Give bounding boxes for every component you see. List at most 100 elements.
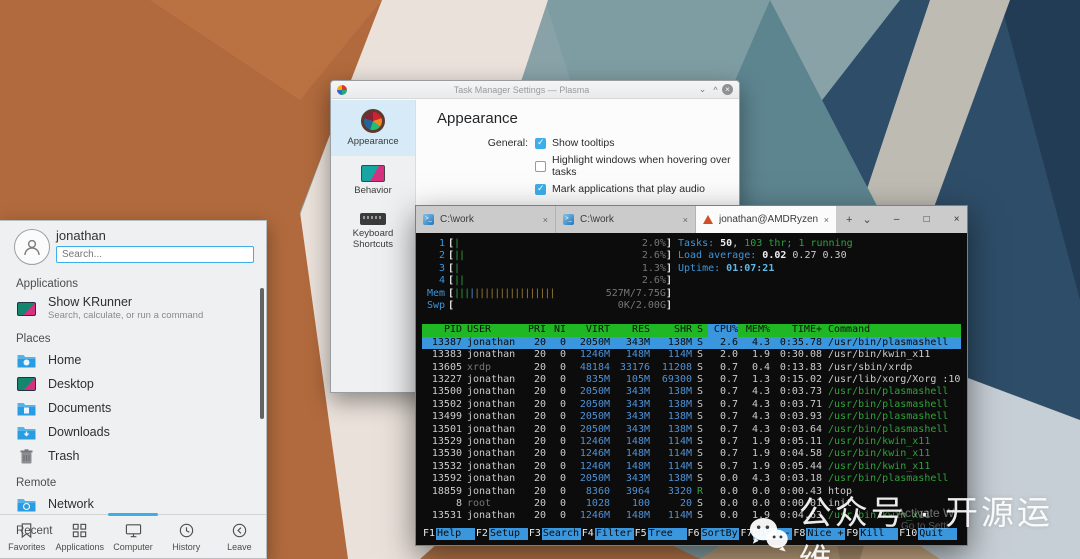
terminal-tab[interactable]: >_C:\work× bbox=[556, 206, 696, 233]
launcher-item-downloads[interactable]: Downloads bbox=[14, 420, 266, 444]
launcher-item-desktop[interactable]: Desktop bbox=[14, 372, 266, 396]
settings-nav-keyboard-shortcuts[interactable]: Keyboard Shortcuts bbox=[331, 204, 415, 258]
meter-swp: Swp[0K/2.00G] bbox=[422, 300, 672, 312]
settings-sidebar: AppearanceBehaviorKeyboard Shortcuts bbox=[331, 100, 416, 392]
fkey-f9[interactable]: F9 bbox=[845, 528, 859, 540]
grid-icon bbox=[71, 522, 88, 539]
column-header-pid[interactable]: PID bbox=[422, 324, 462, 336]
process-row[interactable]: 13530jonathan2001246M148M114MS0.71.90:04… bbox=[422, 448, 961, 460]
launcher-list: ApplicationsShow KRunnerSearch, calculat… bbox=[0, 278, 266, 537]
fkey-label-f8[interactable]: Nice + bbox=[806, 528, 845, 540]
column-header-cpupct[interactable]: CPU% bbox=[708, 324, 738, 336]
launcher-tab-leave[interactable]: Leave bbox=[213, 515, 266, 558]
fkey-label-f1[interactable]: Help bbox=[436, 528, 475, 540]
process-row[interactable]: 8root200102810020S0.00.00:00.01init bbox=[422, 498, 961, 510]
process-row[interactable]: 13499jonathan2002050M343M138MS0.74.30:03… bbox=[422, 411, 961, 423]
fkey-label-f10[interactable]: Quit bbox=[918, 528, 957, 540]
process-row[interactable]: 13500jonathan2002050M343M138MS0.74.30:03… bbox=[422, 386, 961, 398]
process-row[interactable]: 13605xrdp200481843317611208S0.70.40:13.8… bbox=[422, 362, 961, 374]
item-label: Documents bbox=[48, 402, 111, 415]
appearance-icon bbox=[361, 109, 385, 133]
close-icon[interactable]: × bbox=[722, 84, 733, 95]
process-row[interactable]: 13387jonathan2002050M343M138MS2.64.30:35… bbox=[422, 337, 961, 349]
process-row[interactable]: 13383jonathan2001246M148M114MS2.01.90:30… bbox=[422, 349, 961, 361]
process-row[interactable]: 13592jonathan2002050M343M138MS0.04.30:03… bbox=[422, 473, 961, 485]
terminal-minimize-icon[interactable]: – bbox=[882, 214, 912, 225]
column-header-user[interactable]: USER bbox=[462, 324, 522, 336]
launcher-item-documents[interactable]: Documents bbox=[14, 396, 266, 420]
tab-label: Applications bbox=[56, 542, 105, 552]
maximize-icon[interactable]: ^ bbox=[709, 85, 722, 95]
checkbox[interactable] bbox=[535, 184, 546, 195]
fkey-label-f3[interactable]: Search bbox=[542, 528, 581, 540]
terminal-maximize-icon[interactable]: □ bbox=[912, 214, 942, 225]
fkey-f2[interactable]: F2 bbox=[475, 528, 489, 540]
fkey-label-f7[interactable]: Nice - bbox=[753, 528, 792, 540]
column-header-command[interactable]: Command bbox=[822, 324, 961, 336]
column-header-shr[interactable]: SHR bbox=[650, 324, 692, 336]
user-avatar-icon[interactable] bbox=[14, 229, 50, 265]
launcher-item-trash[interactable]: Trash bbox=[14, 444, 266, 468]
terminal-tab[interactable]: jonathan@AMDRyzen3: ~× bbox=[696, 206, 836, 233]
launcher-tab-history[interactable]: History bbox=[160, 515, 213, 558]
settings-window-title: Task Manager Settings — Plasma bbox=[347, 85, 696, 95]
process-table-header[interactable]: PIDUSERPRINIVIRTRESSHRSCPU%MEM%TIME+Comm… bbox=[422, 324, 961, 336]
process-row[interactable]: 18859jonathan200836039643320R0.00.00:00.… bbox=[422, 486, 961, 498]
fkey-f8[interactable]: F8 bbox=[792, 528, 806, 540]
form-row: General:Show tooltips bbox=[417, 137, 739, 149]
htop-screen[interactable]: 1[|2.0%]2[||2.6%]3[|1.3%]4[||2.6%]Mem[||… bbox=[416, 233, 967, 545]
column-header-virt[interactable]: VIRT bbox=[566, 324, 610, 336]
fkey-f6[interactable]: F6 bbox=[687, 528, 701, 540]
fkey-label-f2[interactable]: Setup bbox=[489, 528, 528, 540]
fkey-f7[interactable]: F7 bbox=[739, 528, 753, 540]
process-row[interactable]: 13502jonathan2002050M343M138MS0.74.30:03… bbox=[422, 399, 961, 411]
checkbox[interactable] bbox=[535, 138, 546, 149]
fkey-f10[interactable]: F10 bbox=[898, 528, 918, 540]
tab-title: C:\work bbox=[440, 214, 537, 225]
column-header-res[interactable]: RES bbox=[610, 324, 650, 336]
search-input[interactable] bbox=[56, 246, 254, 263]
fkey-label-f9[interactable]: Kill bbox=[859, 528, 898, 540]
fkey-f1[interactable]: F1 bbox=[422, 528, 436, 540]
settings-nav-behavior[interactable]: Behavior bbox=[331, 156, 415, 205]
fkey-label-f4[interactable]: Filter bbox=[595, 528, 634, 540]
fkey-f5[interactable]: F5 bbox=[634, 528, 648, 540]
leave-icon bbox=[231, 522, 248, 539]
process-row[interactable]: 13532jonathan2001246M148M114MS0.71.90:05… bbox=[422, 461, 961, 473]
item-label: Downloads bbox=[48, 426, 110, 439]
launcher-tab-favorites[interactable]: Favorites bbox=[0, 515, 53, 558]
process-row[interactable]: 13501jonathan2002050M343M138MS0.74.30:03… bbox=[422, 424, 961, 436]
desktop-icon bbox=[16, 375, 37, 393]
fkey-f3[interactable]: F3 bbox=[528, 528, 542, 540]
fkey-label-f6[interactable]: SortBy bbox=[701, 528, 740, 540]
launcher-scrollbar[interactable] bbox=[260, 288, 264, 419]
launcher-item-home[interactable]: Home bbox=[14, 348, 266, 372]
column-header-ni[interactable]: NI bbox=[546, 324, 566, 336]
tab-close-icon[interactable]: × bbox=[543, 215, 548, 225]
column-header-mempct[interactable]: MEM% bbox=[738, 324, 770, 336]
item-label: Show KRunner bbox=[48, 296, 203, 309]
process-row[interactable]: 13531jonathan2001246M148M114MS0.01.90:04… bbox=[422, 510, 961, 522]
column-header-timeplus[interactable]: TIME+ bbox=[770, 324, 822, 336]
process-row[interactable]: 13227jonathan200835M105M69300S0.71.30:15… bbox=[422, 374, 961, 386]
tab-dropdown-icon[interactable]: ⌄ bbox=[862, 213, 871, 226]
tab-close-icon[interactable]: × bbox=[683, 215, 688, 225]
launcher-item-show-krunner[interactable]: Show KRunnerSearch, calculate, or run a … bbox=[14, 293, 266, 324]
fkey-f4[interactable]: F4 bbox=[581, 528, 595, 540]
process-row[interactable]: 13529jonathan2001246M148M114MS0.71.90:05… bbox=[422, 436, 961, 448]
minimize-icon[interactable]: ⌄ bbox=[696, 84, 709, 95]
settings-titlebar[interactable]: Task Manager Settings — Plasma ⌄ ^ × bbox=[331, 81, 739, 99]
column-header-pri[interactable]: PRI bbox=[522, 324, 546, 336]
launcher-tab-applications[interactable]: Applications bbox=[53, 515, 106, 558]
terminal-close-icon[interactable]: × bbox=[942, 214, 972, 225]
new-tab-icon[interactable]: + bbox=[846, 214, 852, 226]
launcher-tab-computer[interactable]: Computer bbox=[106, 515, 159, 558]
tab-label: Leave bbox=[227, 542, 252, 552]
settings-nav-appearance[interactable]: Appearance bbox=[331, 100, 415, 156]
checkbox[interactable] bbox=[535, 161, 546, 172]
terminal-tab[interactable]: >_C:\work× bbox=[416, 206, 556, 233]
column-header-s[interactable]: S bbox=[692, 324, 708, 336]
tab-close-icon[interactable]: × bbox=[824, 215, 829, 225]
meter-4: 4[||2.6%] bbox=[422, 275, 672, 287]
fkey-label-f5[interactable]: Tree bbox=[648, 528, 687, 540]
